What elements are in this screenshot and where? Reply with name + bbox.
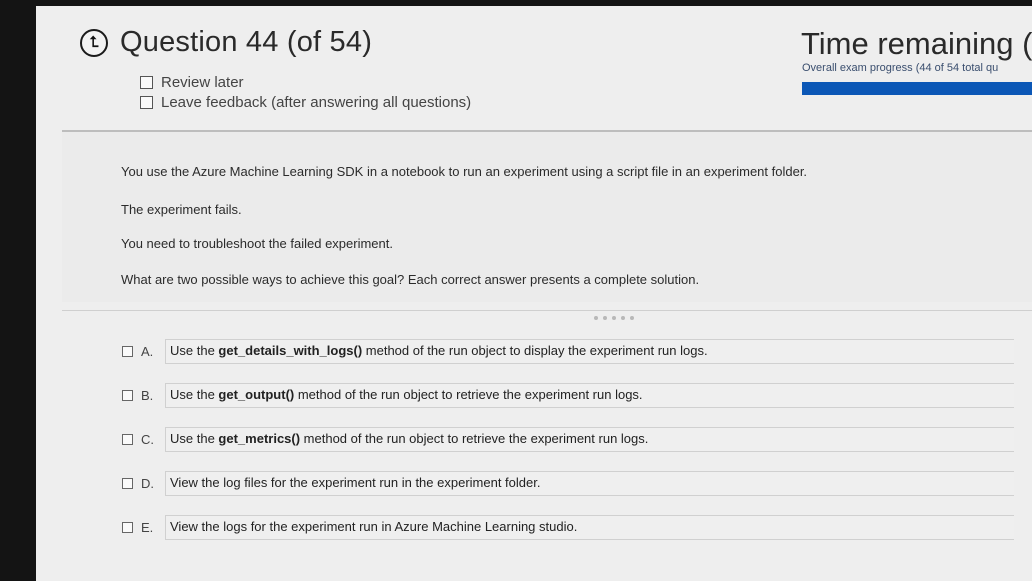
checkbox-icon[interactable] — [122, 434, 133, 445]
option-letter: C. — [141, 432, 154, 447]
leave-feedback-checkbox[interactable]: Leave feedback (after answering all ques… — [140, 94, 471, 111]
checkbox-icon[interactable] — [122, 346, 133, 357]
question-header: ⮤ Question 44 (of 54) — [80, 26, 372, 59]
method-name: get_output() — [218, 387, 295, 402]
option-letter: B. — [141, 388, 154, 403]
time-remaining-label: Time remaining ( — [801, 26, 1032, 61]
exam-progress-label: Overall exam progress (44 of 54 total qu — [802, 62, 999, 74]
option-letter: D. — [141, 476, 154, 491]
question-title: Question 44 (of 54) — [120, 26, 373, 58]
answer-option[interactable]: A. Use the get_details_with_logs() method… — [122, 339, 1014, 364]
divider — [62, 310, 1032, 311]
option-text[interactable]: Use the get_output() method of the run o… — [165, 383, 1014, 408]
back-arrow-icon[interactable]: ⮤ — [80, 28, 108, 57]
answer-option[interactable]: E. View the logs for the experiment run i… — [122, 515, 1014, 540]
checkbox-icon[interactable] — [122, 478, 133, 489]
option-letter: A. — [141, 344, 154, 359]
checkbox-icon[interactable] — [122, 522, 133, 533]
exam-progress-bar — [802, 82, 1032, 95]
answer-option[interactable]: D. View the log files for the experiment … — [122, 471, 1014, 496]
exam-progress-fill — [802, 82, 1032, 95]
leave-feedback-label: Leave feedback (after answering all ques… — [161, 94, 472, 111]
exam-screen: ⮤ Question 44 (of 54) Review later Leave… — [36, 6, 1032, 581]
option-letter: E. — [141, 520, 154, 535]
review-later-label: Review later — [161, 74, 244, 91]
question-text-line: You use the Azure Machine Learning SDK i… — [121, 164, 808, 179]
method-name: get_metrics() — [218, 431, 301, 446]
method-name: get_details_with_logs() — [218, 343, 363, 358]
option-text[interactable]: Use the get_details_with_logs() method o… — [165, 339, 1014, 364]
question-text-line: The experiment fails. — [121, 202, 242, 217]
answer-option[interactable]: C. Use the get_metrics() method of the ru… — [122, 427, 1014, 452]
review-later-checkbox[interactable]: Review later — [140, 74, 244, 91]
checkbox-icon[interactable] — [140, 76, 153, 89]
question-prompt: What are two possible ways to achieve th… — [121, 272, 700, 287]
loading-dots-icon — [594, 316, 634, 320]
option-text[interactable]: View the logs for the experiment run in … — [165, 515, 1014, 540]
checkbox-icon[interactable] — [122, 390, 133, 401]
question-text-line: You need to troubleshoot the failed expe… — [121, 236, 393, 251]
option-text[interactable]: Use the get_metrics() method of the run … — [165, 427, 1014, 452]
option-text[interactable]: View the log files for the experiment ru… — [165, 471, 1014, 496]
checkbox-icon[interactable] — [140, 96, 153, 109]
answer-option[interactable]: B. Use the get_output() method of the run… — [122, 383, 1014, 408]
